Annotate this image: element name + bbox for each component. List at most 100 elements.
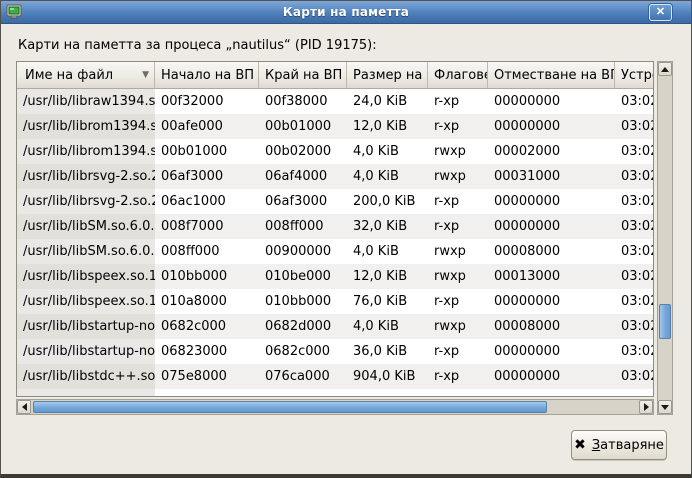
cell-filename: /usr/lib/libstartup-not xyxy=(17,314,155,339)
cell-flags: r-xp xyxy=(428,289,488,314)
scroll-left-button[interactable] xyxy=(17,400,31,414)
cell-flags: r-xp xyxy=(428,339,488,364)
cell-vm-end: 00b01000 xyxy=(259,114,347,139)
table-row[interactable]: /usr/lib/libraw1394.so00f3200000f3800024… xyxy=(17,89,654,114)
window-close-button[interactable]: ✕ xyxy=(649,4,672,21)
cell-vm-offset: 00000000 xyxy=(488,364,615,389)
cell-vm-offset: 00031000 xyxy=(488,164,615,189)
cell-filename: /usr/lib/librom1394.s xyxy=(17,114,155,139)
cell-vm-offset: 00013000 xyxy=(488,264,615,289)
column-header-label: Флагове xyxy=(434,68,488,83)
column-header-vm-size[interactable]: Размер на ВП xyxy=(347,62,428,89)
triangle-right-icon xyxy=(644,403,649,411)
table-filler xyxy=(17,389,653,397)
cell-vm-offset: 00000000 xyxy=(488,114,615,139)
column-header-vm-end[interactable]: Край на ВП xyxy=(259,62,347,89)
system-monitor-icon xyxy=(6,4,22,20)
horizontal-scrollbar[interactable] xyxy=(16,399,654,415)
cell-flags: r-xp xyxy=(428,89,488,114)
column-header-vm-start[interactable]: Начало на ВП xyxy=(155,62,259,89)
column-header-device[interactable]: Устройство xyxy=(615,62,654,89)
cell-device: 03:02 xyxy=(615,164,654,189)
cell-vm-start: 075e8000 xyxy=(155,364,259,389)
cell-vm-end: 0682d000 xyxy=(259,314,347,339)
table-row[interactable]: /usr/lib/libspeex.so.1010bb000010be00012… xyxy=(17,264,654,289)
cell-device: 03:02 xyxy=(615,114,654,139)
cell-vm-size: 904,0 KiB xyxy=(347,364,428,389)
cell-vm-size: 36,0 KiB xyxy=(347,339,428,364)
table-row[interactable]: /usr/lib/libstartup-not0682c0000682d0004… xyxy=(17,314,654,339)
table-row[interactable]: /usr/lib/libSM.so.6.0.0008ff000009000004… xyxy=(17,239,654,264)
table-header-row: Име на файл ▼ Начало на ВПКрай на ВПРазмер… xyxy=(17,62,654,89)
cell-vm-end: 06af4000 xyxy=(259,164,347,189)
close-x-icon: ✖ xyxy=(574,438,586,452)
cell-vm-start: 00afe000 xyxy=(155,114,259,139)
cell-vm-start: 06823000 xyxy=(155,339,259,364)
scroll-up-button[interactable] xyxy=(658,62,672,76)
table-row[interactable]: /usr/lib/librom1394.s00b0100000b020004,0… xyxy=(17,139,654,164)
cell-vm-size: 12,0 KiB xyxy=(347,264,428,289)
column-header-flags[interactable]: Флагове xyxy=(428,62,488,89)
cell-flags: rwxp xyxy=(428,164,488,189)
cell-vm-size: 4,0 KiB xyxy=(347,139,428,164)
cell-device: 03:02 xyxy=(615,314,654,339)
column-header-vm-offset[interactable]: Отместване на ВП xyxy=(488,62,615,89)
close-button[interactable]: ✖ Затваряне xyxy=(571,430,667,460)
cell-vm-end: 010be000 xyxy=(259,264,347,289)
cell-filename: /usr/lib/libSM.so.6.0.0 xyxy=(17,239,155,264)
triangle-left-icon xyxy=(22,403,27,411)
cell-vm-start: 06af3000 xyxy=(155,164,259,189)
table-row[interactable]: /usr/lib/libspeex.so.1010a8000010bb00076… xyxy=(17,289,654,314)
cell-vm-start: 010a8000 xyxy=(155,289,259,314)
column-header-filename[interactable]: Име на файл ▼ xyxy=(17,62,155,89)
cell-device: 03:02 xyxy=(615,239,654,264)
scroll-right-button[interactable] xyxy=(639,400,653,414)
process-info-label: Карти на паметта за процеса „nautilus“ (… xyxy=(18,38,377,53)
table-row[interactable]: /usr/lib/libstdc++.so.075e8000076ca00090… xyxy=(17,364,654,389)
cell-flags: rwxp xyxy=(428,139,488,164)
titlebar[interactable]: Карти на паметта ✕ xyxy=(1,1,691,24)
cell-filename: /usr/lib/libspeex.so.1 xyxy=(17,289,155,314)
cell-filename: /usr/lib/libSM.so.6.0.0 xyxy=(17,214,155,239)
close-icon: ✕ xyxy=(656,6,665,18)
column-header-label: Устройство xyxy=(621,68,654,83)
cell-vm-start: 06ac1000 xyxy=(155,189,259,214)
triangle-down-icon xyxy=(661,405,669,410)
cell-filename: /usr/lib/libspeex.so.1 xyxy=(17,264,155,289)
column-header-label: Отместване на ВП xyxy=(494,68,615,83)
vertical-scrollbar-thumb[interactable] xyxy=(659,304,671,339)
table-row[interactable]: /usr/lib/librsvg-2.so.206af300006af40004… xyxy=(17,164,654,189)
cell-vm-end: 010bb000 xyxy=(259,289,347,314)
table-row[interactable]: /usr/lib/librom1394.s00afe00000b0100012,… xyxy=(17,114,654,139)
sort-descending-icon: ▼ xyxy=(142,70,149,80)
cell-vm-offset: 00000000 xyxy=(488,189,615,214)
triangle-up-icon xyxy=(661,67,669,72)
cell-device: 03:02 xyxy=(615,289,654,314)
cell-filename: /usr/lib/libstdc++.so. xyxy=(17,364,155,389)
cell-filename: /usr/lib/libstartup-not xyxy=(17,339,155,364)
cell-filename: /usr/lib/librom1394.s xyxy=(17,139,155,164)
horizontal-scrollbar-thumb[interactable] xyxy=(33,401,547,413)
cell-vm-offset: 00002000 xyxy=(488,139,615,164)
cell-filename: /usr/lib/librsvg-2.so.2 xyxy=(17,164,155,189)
cell-device: 03:02 xyxy=(615,339,654,364)
cell-vm-end: 00900000 xyxy=(259,239,347,264)
cell-vm-size: 200,0 KiB xyxy=(347,189,428,214)
table-row[interactable]: /usr/lib/librsvg-2.so.206ac100006af30002… xyxy=(17,189,654,214)
cell-device: 03:02 xyxy=(615,189,654,214)
cell-device: 03:02 xyxy=(615,214,654,239)
cell-vm-end: 076ca000 xyxy=(259,364,347,389)
cell-vm-start: 008f7000 xyxy=(155,214,259,239)
table-row[interactable]: /usr/lib/libSM.so.6.0.0008f7000008ff0003… xyxy=(17,214,654,239)
column-header-label: Име на файл xyxy=(25,68,113,83)
scroll-down-button[interactable] xyxy=(658,400,672,414)
vertical-scrollbar[interactable] xyxy=(657,61,673,415)
cell-vm-size: 76,0 KiB xyxy=(347,289,428,314)
cell-vm-end: 00b02000 xyxy=(259,139,347,164)
table-row[interactable]: /usr/lib/libstartup-not068230000682c0003… xyxy=(17,339,654,364)
cell-vm-size: 4,0 KiB xyxy=(347,239,428,264)
cell-vm-end: 008ff000 xyxy=(259,214,347,239)
cell-flags: r-xp xyxy=(428,364,488,389)
cell-vm-offset: 00008000 xyxy=(488,239,615,264)
cell-device: 03:02 xyxy=(615,89,654,114)
